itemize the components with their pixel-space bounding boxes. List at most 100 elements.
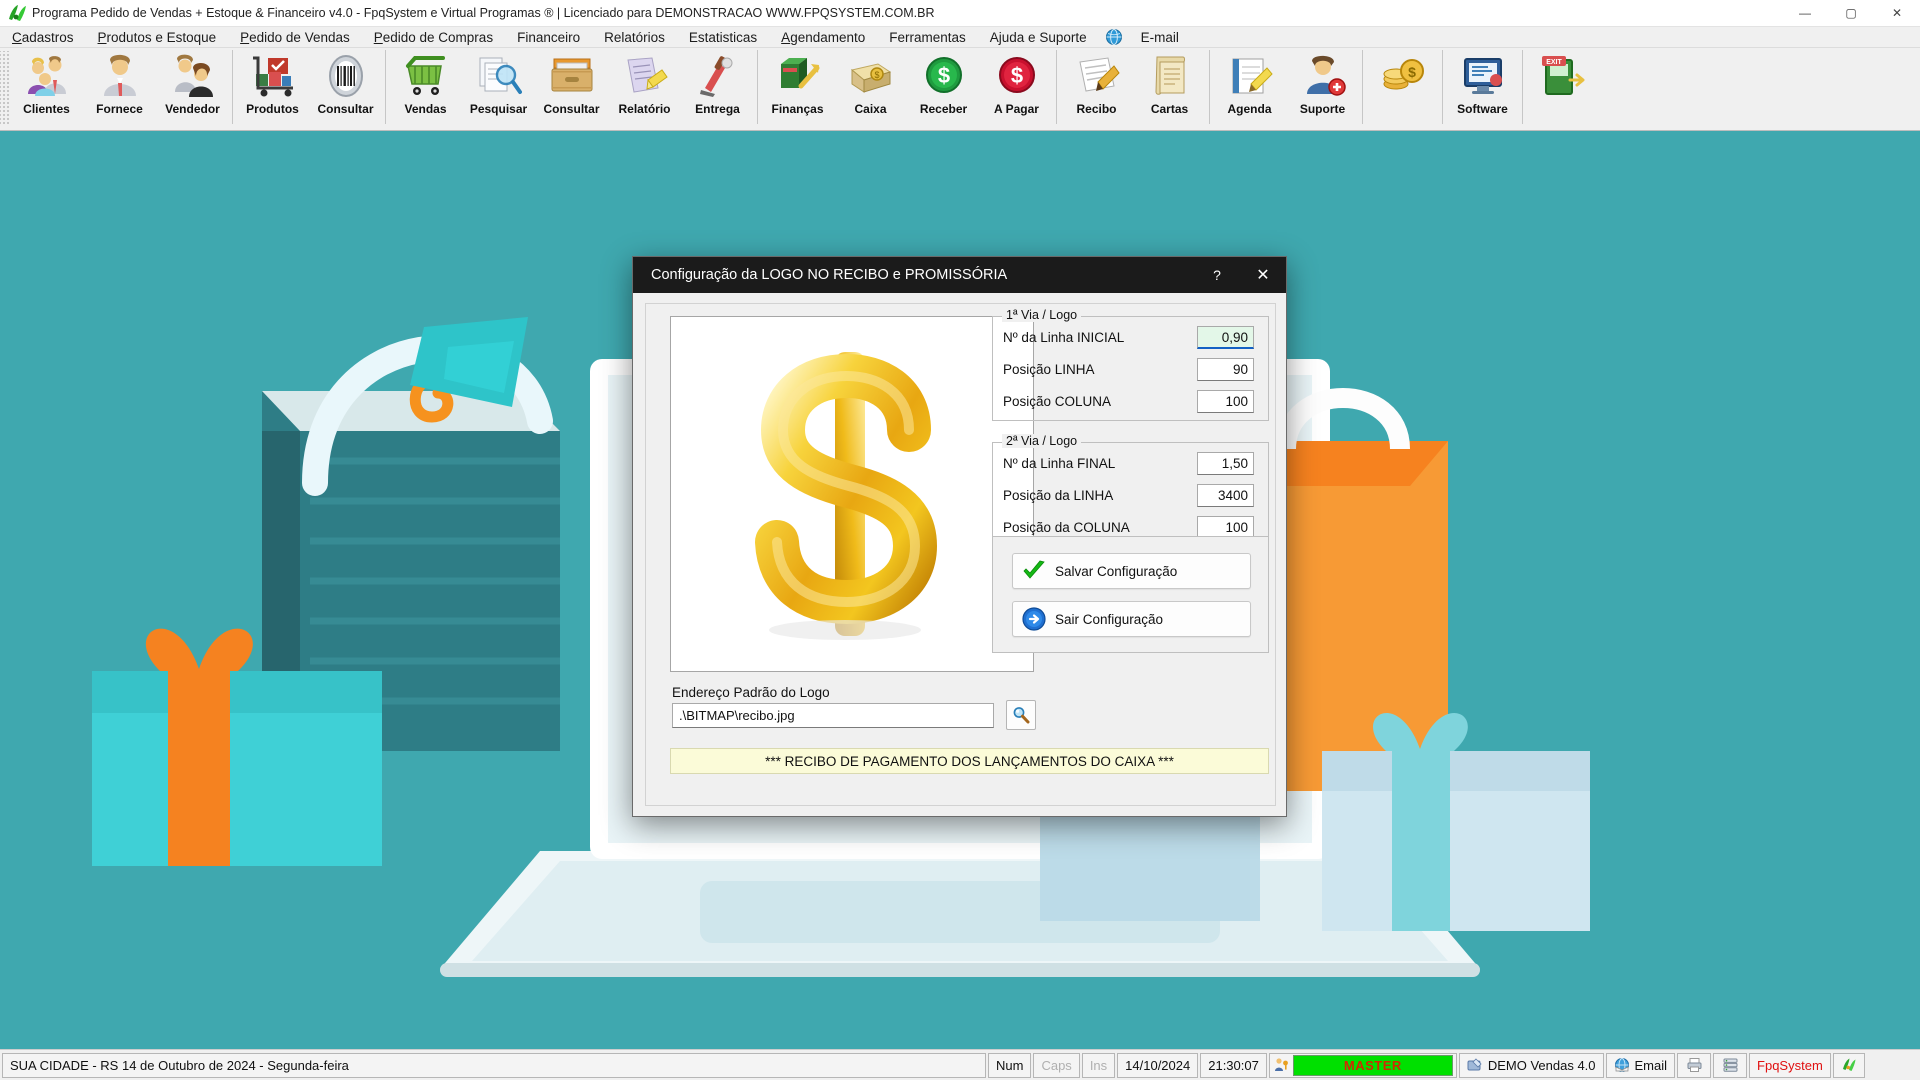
cash-register-icon: $ (845, 52, 897, 100)
logo-path-input[interactable] (672, 703, 994, 728)
toolbar-separator (1056, 50, 1057, 124)
menu-globe-icon (1099, 28, 1129, 46)
menu-item-ferramentas[interactable]: Ferramentas (877, 29, 978, 46)
menu-bar: Cadastros Produtos e Estoque Pedido de Ven… (0, 27, 1920, 48)
toolbar-button-consultar[interactable]: Consultar (309, 48, 382, 127)
input-linha-inicial[interactable] (1197, 326, 1254, 349)
barcode-icon (320, 52, 372, 100)
toolbar-label-produtos: Produtos (246, 102, 299, 116)
toolbar-button-produtos[interactable]: Produtos (236, 48, 309, 127)
status-module-label: DEMO Vendas 4.0 (1487, 1057, 1596, 1073)
menu-item-cadastros[interactable]: Cadastros (0, 29, 86, 46)
input-linha-final[interactable] (1197, 452, 1254, 475)
address-label: Endereço Padrão do Logo (672, 685, 830, 700)
menu-item-pedido-de-vendas[interactable]: Pedido de Vendas (228, 29, 362, 46)
save-config-label: Salvar Configuração (1055, 563, 1178, 579)
svg-text:$: $ (1408, 64, 1416, 80)
menu-item-ajuda-e-suporte[interactable]: Ajuda e Suporte (978, 29, 1099, 46)
toolbar-label-entrega: Entrega (695, 102, 740, 116)
menu-item-pedido-de-compras[interactable]: Pedido de Compras (362, 29, 505, 46)
toolbar-label-pesquisar: Pesquisar (469, 102, 528, 116)
save-config-button[interactable]: Salvar Configuração (1012, 553, 1251, 589)
group-second-copy-legend: 2ª Via / Logo (1002, 434, 1082, 448)
logo-config-dialog: Configuração da LOGO NO RECIBO e PROMISS… (632, 256, 1287, 817)
exit-config-button[interactable]: Sair Configuração (1012, 601, 1251, 637)
letter-scroll-icon (1144, 52, 1196, 100)
toolbar-label-consultar: Consultar (543, 102, 600, 116)
status-printer[interactable] (1677, 1052, 1712, 1078)
exit-config-label: Sair Configuração (1055, 611, 1164, 627)
status-email-label: Email (1634, 1057, 1668, 1073)
toolbar-button-coins-money-icon[interactable]: $ (1366, 48, 1439, 127)
status-user-badge: MASTER (1292, 1054, 1453, 1076)
toolbar-button-receber[interactable]: $ Receber (907, 48, 980, 127)
close-button[interactable]: ✕ (1874, 0, 1920, 27)
maximize-button[interactable]: ▢ (1828, 0, 1874, 27)
toolbar-separator (1522, 50, 1523, 124)
dialog-actions-panel: Salvar Configuração Sair Configuração (992, 536, 1269, 653)
toolbar-button-cartas[interactable]: Cartas (1133, 48, 1206, 127)
label-posicao-da-linha: Posição da LINHA (1003, 488, 1114, 503)
svg-text:$: $ (1010, 63, 1022, 88)
toolbar-button-fornece[interactable]: Fornece (83, 48, 156, 127)
toolbar-button-a-pagar[interactable]: $ A Pagar (980, 48, 1053, 127)
toolbar-button-suporte[interactable]: Suporte (1286, 48, 1359, 127)
toolbar-button-caixa[interactable]: $ Caixa (834, 48, 907, 127)
status-brand-icon-cell (1832, 1052, 1865, 1078)
dialog-title-bar[interactable]: Configuração da LOGO NO RECIBO e PROMISS… (633, 257, 1286, 293)
toolbar-button-pesquisar[interactable]: Pesquisar (462, 48, 535, 127)
toolbar-button-vendas[interactable]: Vendas (389, 48, 462, 127)
toolbar-label-vendedor: Vendedor (165, 102, 220, 116)
field-row-posicao-da-coluna: Posição da COLUNA (1003, 516, 1258, 539)
toolbar-button-relat-rio[interactable]: Relatório (608, 48, 681, 127)
toolbar-grip[interactable] (0, 51, 10, 125)
money-out-icon: $ (991, 52, 1043, 100)
shopping-cart-icon (400, 52, 452, 100)
clients-group-icon (21, 52, 73, 100)
input-posicao-linha[interactable] (1197, 358, 1254, 381)
toolbar-label-vendas: Vendas (404, 102, 447, 116)
toolbar-button-clientes[interactable]: Clientes (10, 48, 83, 127)
status-caps: Caps (1033, 1052, 1080, 1078)
group-second-copy: 2ª Via / Logo Nº da Linha FINAL Posição … (992, 434, 1269, 547)
menu-item-e-mail[interactable]: E-mail (1129, 29, 1191, 46)
app-logo-icon (6, 3, 32, 23)
toolbar-button-agenda[interactable]: Agenda (1213, 48, 1286, 127)
input-posicao-coluna[interactable] (1197, 390, 1254, 413)
menu-item-produtos-e-estoque[interactable]: Produtos e Estoque (86, 29, 229, 46)
field-row-linha-final: Nº da Linha FINAL (1003, 452, 1258, 475)
input-posicao-da-linha[interactable] (1197, 484, 1254, 507)
browse-logo-button[interactable] (1006, 700, 1036, 730)
toolbar-button-finan-as[interactable]: Finanças (761, 48, 834, 127)
dialog-close-button[interactable]: ✕ (1240, 257, 1286, 293)
menu-item-agendamento[interactable]: Agendamento (769, 29, 877, 46)
menu-item-financeiro[interactable]: Financeiro (505, 29, 592, 46)
toolbar-label-consultar: Consultar (317, 102, 374, 116)
toolbar-group-6: Agenda Suporte (1213, 48, 1359, 131)
menu-item-relat-rios[interactable]: Relatórios (592, 29, 677, 46)
svg-text:$: $ (937, 63, 949, 88)
toolbar-group-7: $ (1366, 48, 1439, 131)
label-posicao-linha: Posição LINHA (1003, 362, 1095, 377)
toolbar-button-consultar[interactable]: Consultar (535, 48, 608, 127)
toolbar-button-software[interactable]: Software (1446, 48, 1519, 127)
toolbar-group-9: EXIT (1526, 48, 1599, 131)
module-icon (1467, 1057, 1483, 1073)
dialog-help-button[interactable]: ? (1194, 257, 1240, 293)
golden-dollar-sign-icon (755, 352, 938, 640)
finance-chart-icon (772, 52, 824, 100)
toolbar-button-exit-door-icon[interactable]: EXIT (1526, 48, 1599, 127)
green-check-icon (1013, 560, 1055, 582)
toolbar-button-entrega[interactable]: Entrega (681, 48, 754, 127)
main-toolbar: Clientes Fornece Vendedor Produtos Consultar… (0, 48, 1920, 131)
agenda-notebook-icon (1224, 52, 1276, 100)
menu-item-estatisticas[interactable]: Estatisticas (677, 29, 769, 46)
toolbar-button-recibo[interactable]: Recibo (1060, 48, 1133, 127)
toolbar-label-cartas: Cartas (1150, 102, 1189, 116)
status-email[interactable]: Email (1605, 1052, 1676, 1078)
minimize-button[interactable]: — (1782, 0, 1828, 27)
toolbar-label-caixa: Caixa (854, 102, 887, 116)
toolbar-button-vendedor[interactable]: Vendedor (156, 48, 229, 127)
status-server[interactable] (1713, 1052, 1748, 1078)
receipt-icon (1071, 52, 1123, 100)
